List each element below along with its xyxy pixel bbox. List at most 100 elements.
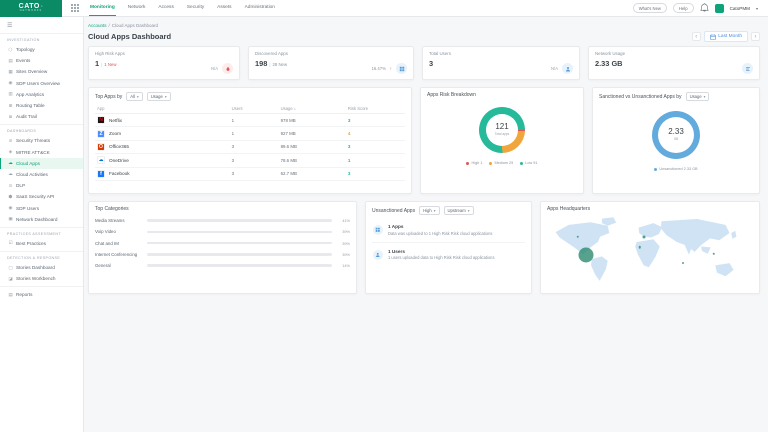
nav-tab[interactable]: Network bbox=[127, 0, 147, 16]
sidebar-item[interactable]: ☁ Cloud Apps bbox=[0, 158, 83, 169]
category-bar bbox=[147, 231, 332, 234]
top-apps-title: Top Apps by bbox=[95, 94, 122, 100]
app-location-marker[interactable] bbox=[577, 235, 580, 238]
breadcrumb: Accounts / Cloud Apps Dashboard bbox=[88, 23, 760, 28]
stat-delta: 16.47% bbox=[372, 66, 386, 71]
sidebar-item[interactable]: ▥ App Analytics bbox=[0, 89, 83, 100]
sanctioned-donut-chart[interactable]: 2.33 GB bbox=[652, 111, 700, 159]
category-row[interactable]: Media Streams 41% bbox=[95, 218, 350, 223]
app-location-marker[interactable] bbox=[638, 246, 641, 249]
sidebar-item-icon: ▢ bbox=[8, 265, 13, 271]
sidebar-item[interactable]: ▢ Stories Dashboard bbox=[0, 262, 83, 273]
sidebar-item[interactable]: ▦ Sites Overview bbox=[0, 66, 83, 77]
nav-tab[interactable]: Assets bbox=[216, 0, 232, 16]
sidebar-item[interactable]: ◈ MITRE ATT&CK bbox=[0, 147, 83, 158]
calendar-icon bbox=[710, 34, 716, 40]
legend-label: Unsanctioned 2.33 GB bbox=[659, 167, 697, 171]
whats-new-button[interactable]: What's New bbox=[633, 3, 667, 13]
app-users: 3 bbox=[232, 144, 281, 149]
sidebar-item[interactable]: ◪ Stories Workbench bbox=[0, 273, 83, 284]
table-row[interactable]: N Netflix 1 978 MB 3 bbox=[95, 114, 405, 127]
stat-value: 1 bbox=[95, 59, 99, 68]
nav-tab[interactable]: Administration bbox=[244, 0, 276, 16]
app-location-marker[interactable] bbox=[642, 236, 645, 239]
sidebar-item-label: Security Threats bbox=[16, 138, 50, 143]
col-app[interactable]: App bbox=[97, 106, 232, 111]
sidebar-item[interactable]: ☑ Best Practices bbox=[0, 238, 83, 249]
sidebar-item[interactable]: ◉ SDP Users Overview bbox=[0, 78, 83, 89]
nav-tab[interactable]: Access bbox=[157, 0, 174, 16]
risk-breakdown-title: Apps Risk Breakdown bbox=[427, 92, 476, 98]
category-row[interactable]: General 14% bbox=[95, 263, 350, 268]
app-logo: f bbox=[97, 170, 105, 178]
sidebar-item-label: Sites Overview bbox=[16, 69, 47, 74]
select-value: Upstream bbox=[448, 208, 466, 213]
app-name: Facebook bbox=[109, 171, 130, 176]
app-users: 1 bbox=[232, 131, 281, 136]
sidebar-item-label: Best Practices bbox=[16, 241, 46, 246]
category-row[interactable]: Internet Conferencing 39% bbox=[95, 252, 350, 257]
category-row[interactable]: Voip Video 39% bbox=[95, 229, 350, 234]
sidebar-item[interactable]: ◉ SDP Users bbox=[0, 202, 83, 213]
sidebar-item[interactable]: ▤ Events bbox=[0, 55, 83, 66]
legend-item[interactable]: Unsanctioned 2.33 GB bbox=[654, 167, 697, 171]
app-switcher-icon[interactable] bbox=[71, 4, 79, 12]
user-avatar[interactable] bbox=[715, 4, 724, 13]
table-row[interactable]: Z Zoom 1 927 MB 4 bbox=[95, 127, 405, 140]
date-prev-button[interactable]: ‹ bbox=[692, 32, 701, 41]
sidebar-item[interactable]: ≣ Audit Trail bbox=[0, 111, 83, 122]
sidebar-section-practices: PRACTICES ASSESSMENT ☑ Best Practices bbox=[0, 227, 83, 251]
col-usage[interactable]: Usage ↓ bbox=[281, 106, 348, 111]
table-row[interactable]: O Office365 3 89.6 MB 3 bbox=[95, 141, 405, 154]
category-row[interactable]: Chat and IM 39% bbox=[95, 241, 350, 246]
date-range-button[interactable]: Last Month bbox=[704, 31, 748, 42]
account-menu-caret-icon[interactable]: ▾ bbox=[756, 6, 758, 11]
account-name[interactable]: CatoPMM bbox=[730, 6, 750, 11]
app-location-marker[interactable] bbox=[713, 253, 716, 256]
world-map[interactable] bbox=[547, 215, 753, 287]
app-logo: Z bbox=[97, 130, 105, 138]
sidebar-item[interactable]: ▣ Network Dashboard bbox=[0, 214, 83, 225]
sidebar-item[interactable]: ☁ Cloud Activities bbox=[0, 169, 83, 180]
top-apps-scope-select[interactable]: All bbox=[126, 92, 142, 101]
unsanctioned-direction-select[interactable]: Upstream bbox=[444, 206, 474, 215]
table-row[interactable]: ☁ OneDrive 3 78.6 MB 1 bbox=[95, 154, 405, 167]
app-location-marker[interactable] bbox=[579, 248, 594, 263]
app-name: Netflix bbox=[109, 118, 122, 123]
sidebar-item[interactable]: ⊞ Routing Table bbox=[0, 100, 83, 111]
col-risk-score[interactable]: Risk Score bbox=[348, 106, 403, 111]
notifications-bell-icon[interactable] bbox=[700, 0, 709, 17]
category-percent: 41% bbox=[338, 218, 350, 223]
categories-list: Media Streams 41% Voip Video 39% Chat an… bbox=[95, 218, 350, 268]
top-apps-metric-select[interactable]: Usage bbox=[147, 92, 171, 101]
category-label: Internet Conferencing bbox=[95, 252, 147, 257]
unsanctioned-apps-count: 1 Apps bbox=[388, 224, 492, 229]
breadcrumb-accounts-link[interactable]: Accounts bbox=[88, 23, 107, 28]
cato-logo[interactable]: CATO◔ NETWORKS bbox=[0, 0, 62, 17]
date-next-button[interactable]: › bbox=[751, 32, 760, 41]
legend-item[interactable]: Low 91 bbox=[520, 161, 537, 165]
sidebar-section-investigation: INVESTIGATION ⬡ Topology ▤ Events ▦ Site… bbox=[0, 33, 83, 124]
risk-donut-chart[interactable]: 121 Total apps bbox=[479, 107, 525, 153]
table-row[interactable]: f Facebook 3 62.7 MB 3 bbox=[95, 168, 405, 181]
nav-tab[interactable]: Security bbox=[186, 0, 205, 16]
sidebar-item[interactable]: ▤ Reports bbox=[0, 289, 83, 300]
app-location-marker[interactable] bbox=[682, 262, 684, 264]
sidebar-item[interactable]: ⊙ DLP bbox=[0, 180, 83, 191]
sidebar-item[interactable]: ⊘ Security Threats bbox=[0, 135, 83, 146]
sanctioned-metric-select[interactable]: Usage bbox=[686, 92, 710, 101]
unsanctioned-risk-select[interactable]: High bbox=[419, 206, 439, 215]
sidebar-item[interactable]: ⬡ Topology bbox=[0, 44, 83, 55]
col-users[interactable]: Users bbox=[232, 106, 281, 111]
legend-item[interactable]: Medium 29 bbox=[489, 161, 513, 165]
nav-tab[interactable]: Monitoring bbox=[89, 0, 116, 16]
legend-dot bbox=[520, 162, 523, 165]
legend-item[interactable]: High 1 bbox=[466, 161, 482, 165]
category-bar bbox=[147, 219, 332, 222]
category-label: Voip Video bbox=[95, 229, 147, 234]
legend-label: Low 91 bbox=[525, 161, 537, 165]
sidebar-collapse-icon[interactable]: ☰ bbox=[0, 17, 83, 33]
risk-donut-caption: Total apps bbox=[495, 133, 510, 137]
sidebar-item[interactable]: ⬢ SaaS Security API bbox=[0, 191, 83, 202]
help-button[interactable]: Help bbox=[673, 3, 694, 13]
